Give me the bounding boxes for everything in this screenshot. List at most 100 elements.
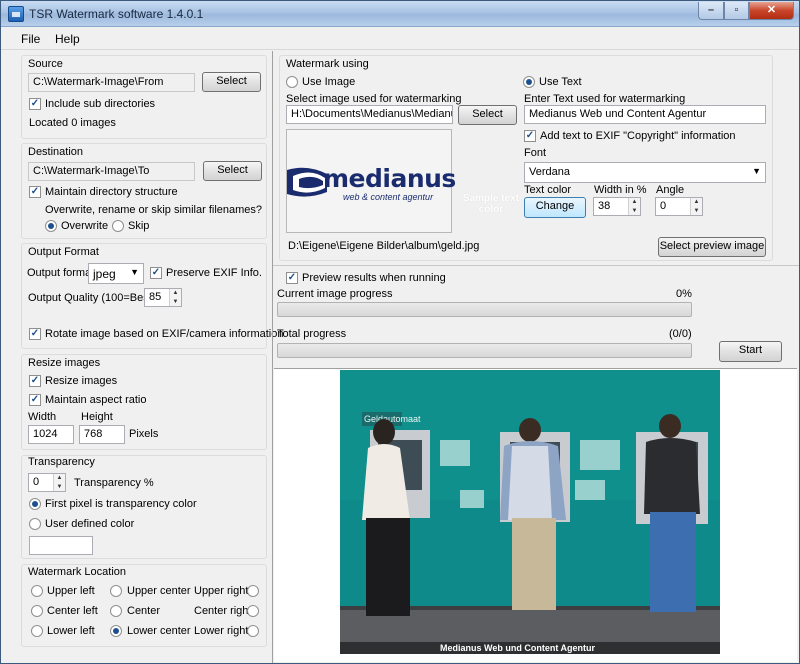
- lower-center-label: Lower center: [127, 625, 191, 637]
- center-label: Center: [127, 605, 161, 617]
- overwrite-label: Overwrite: [61, 220, 109, 232]
- current-progress-bar: [277, 302, 692, 317]
- upper-right-radio[interactable]: [247, 585, 259, 597]
- font-select[interactable]: Verdana ▼: [524, 162, 766, 183]
- height-label: Height: [81, 411, 113, 423]
- angle-spin-arrows[interactable]: ▲ ▼: [690, 198, 702, 215]
- text-prompt: Enter Text used for watermarking: [524, 93, 686, 105]
- skip-radio[interactable]: [112, 220, 124, 232]
- source-select-button[interactable]: Select: [202, 72, 261, 92]
- format-select[interactable]: jpeg ▼: [88, 263, 144, 284]
- located-images-text: Located 0 images: [29, 117, 116, 129]
- lower-center-radio[interactable]: [110, 625, 122, 637]
- menu-file[interactable]: File: [21, 32, 40, 46]
- rotate-exif-checkbox[interactable]: ✓: [29, 328, 41, 340]
- upper-center-label: Upper center: [127, 585, 191, 597]
- include-subdirs-label: Include sub directories: [45, 98, 156, 110]
- destination-path-field[interactable]: C:\Watermark-Image\To: [28, 162, 195, 181]
- quality-spin-arrows[interactable]: ▲ ▼: [169, 289, 181, 306]
- user-color-label: User defined color: [45, 518, 135, 530]
- lower-left-label: Lower left: [47, 625, 95, 637]
- upper-center-radio[interactable]: [110, 585, 122, 597]
- total-progress-value: (0/0): [669, 328, 692, 340]
- exif-copyright-checkbox[interactable]: ✓: [524, 130, 536, 142]
- current-progress-label: Current image progress: [277, 288, 393, 300]
- font-label: Font: [524, 147, 547, 159]
- upper-left-radio[interactable]: [31, 585, 43, 597]
- panel-splitter[interactable]: [272, 51, 273, 663]
- quality-label: Output Quality (100=Best): [28, 292, 156, 304]
- watermark-image-path[interactable]: H:\Documents\Medianus\Medianus\lo: [286, 105, 453, 124]
- first-pixel-label: First pixel is transparency color: [45, 498, 197, 510]
- use-image-label: Use Image: [302, 76, 356, 88]
- destination-select-button[interactable]: Select: [203, 161, 262, 181]
- use-text-radio[interactable]: [523, 76, 535, 88]
- format-label: Output format: [27, 267, 95, 279]
- width-input[interactable]: 1024: [28, 425, 74, 444]
- image-prompt: Select image used for watermarking: [286, 93, 462, 105]
- overwrite-question: Overwrite, rename or skip similar filena…: [45, 204, 263, 216]
- width-spin-arrows[interactable]: ▲ ▼: [628, 198, 640, 215]
- change-color-button[interactable]: Change: [524, 197, 586, 218]
- angle-value: 0: [660, 200, 667, 212]
- start-button[interactable]: Start: [719, 341, 782, 362]
- total-progress-label: Total progress: [277, 328, 347, 340]
- width-label: Width: [28, 411, 57, 423]
- source-label: Source: [28, 58, 63, 70]
- app-window: TSR Watermark software 1.4.0.1 – ▫ ✕ Fil…: [0, 0, 800, 664]
- transparency-label: Transparency: [28, 456, 95, 468]
- center-left-label: Center left: [47, 605, 98, 617]
- sign-text: Geldautomaat: [364, 414, 421, 424]
- preview-running-checkbox[interactable]: ✓: [286, 272, 298, 284]
- chevron-down-icon: ▼: [752, 166, 761, 176]
- center-radio[interactable]: [110, 605, 122, 617]
- center-right-label: Center right: [194, 605, 252, 617]
- preview-panel: Geldautomaat Medianus Web und Content Ag…: [274, 368, 797, 662]
- width-percent-value: 38: [598, 200, 611, 212]
- resize-images-checkbox[interactable]: ✓: [29, 375, 41, 387]
- minimize-button[interactable]: –: [698, 2, 724, 20]
- upper-right-label: Upper right: [194, 585, 249, 597]
- exif-copyright-label: Add text to EXIF "Copyright" information: [540, 130, 736, 142]
- watermark-image-select-button[interactable]: Select: [458, 105, 517, 125]
- window-title: TSR Watermark software 1.4.0.1: [29, 7, 204, 21]
- source-path-field[interactable]: C:\Watermark-Image\From: [28, 73, 195, 92]
- center-left-radio[interactable]: [31, 605, 43, 617]
- quality-value: 85: [149, 291, 162, 303]
- select-preview-button[interactable]: Select preview image: [658, 237, 766, 257]
- include-subdirs-checkbox[interactable]: ✓: [29, 98, 41, 110]
- watermark-label: Watermark using: [286, 58, 369, 70]
- preview-watermark-text: Medianus Web und Content Agentur: [440, 643, 595, 653]
- transparency-spin-arrows[interactable]: ▲ ▼: [53, 474, 65, 491]
- use-text-label: Use Text: [539, 76, 582, 88]
- use-image-radio[interactable]: [286, 76, 298, 88]
- close-button[interactable]: ✕: [749, 2, 794, 20]
- user-color-field[interactable]: [29, 536, 93, 555]
- width-percent-spinner[interactable]: 38 ▲ ▼: [593, 197, 641, 216]
- height-input[interactable]: 768: [79, 425, 125, 444]
- first-pixel-radio[interactable]: [29, 498, 41, 510]
- quality-spinner[interactable]: 85 ▲ ▼: [144, 288, 182, 307]
- current-progress-value: 0%: [676, 288, 692, 300]
- output-format-label: Output Format: [28, 246, 99, 258]
- logo-text: medianus: [323, 164, 456, 193]
- lower-right-radio[interactable]: [247, 625, 259, 637]
- sample-text-color: Sample text color: [462, 193, 520, 215]
- aspect-ratio-checkbox[interactable]: ✓: [29, 394, 41, 406]
- user-color-radio[interactable]: [29, 518, 41, 530]
- transparency-spinner[interactable]: 0 ▲ ▼: [28, 473, 66, 492]
- maintain-structure-checkbox[interactable]: ✓: [29, 186, 41, 198]
- aspect-ratio-label: Maintain aspect ratio: [45, 394, 147, 406]
- lower-left-radio[interactable]: [31, 625, 43, 637]
- transparency-value: 0: [33, 476, 40, 488]
- resize-images-label: Resize images: [45, 375, 118, 387]
- watermark-text-input[interactable]: Medianus Web und Content Agentur: [524, 105, 766, 124]
- menu-help[interactable]: Help: [55, 32, 80, 46]
- center-right-radio[interactable]: [247, 605, 259, 617]
- maximize-button[interactable]: ▫: [724, 2, 749, 20]
- upper-left-label: Upper left: [47, 585, 95, 597]
- chevron-down-icon: ▼: [130, 267, 139, 277]
- angle-spinner[interactable]: 0 ▲ ▼: [655, 197, 703, 216]
- overwrite-radio[interactable]: [45, 220, 57, 232]
- preserve-exif-checkbox[interactable]: ✓: [150, 267, 162, 279]
